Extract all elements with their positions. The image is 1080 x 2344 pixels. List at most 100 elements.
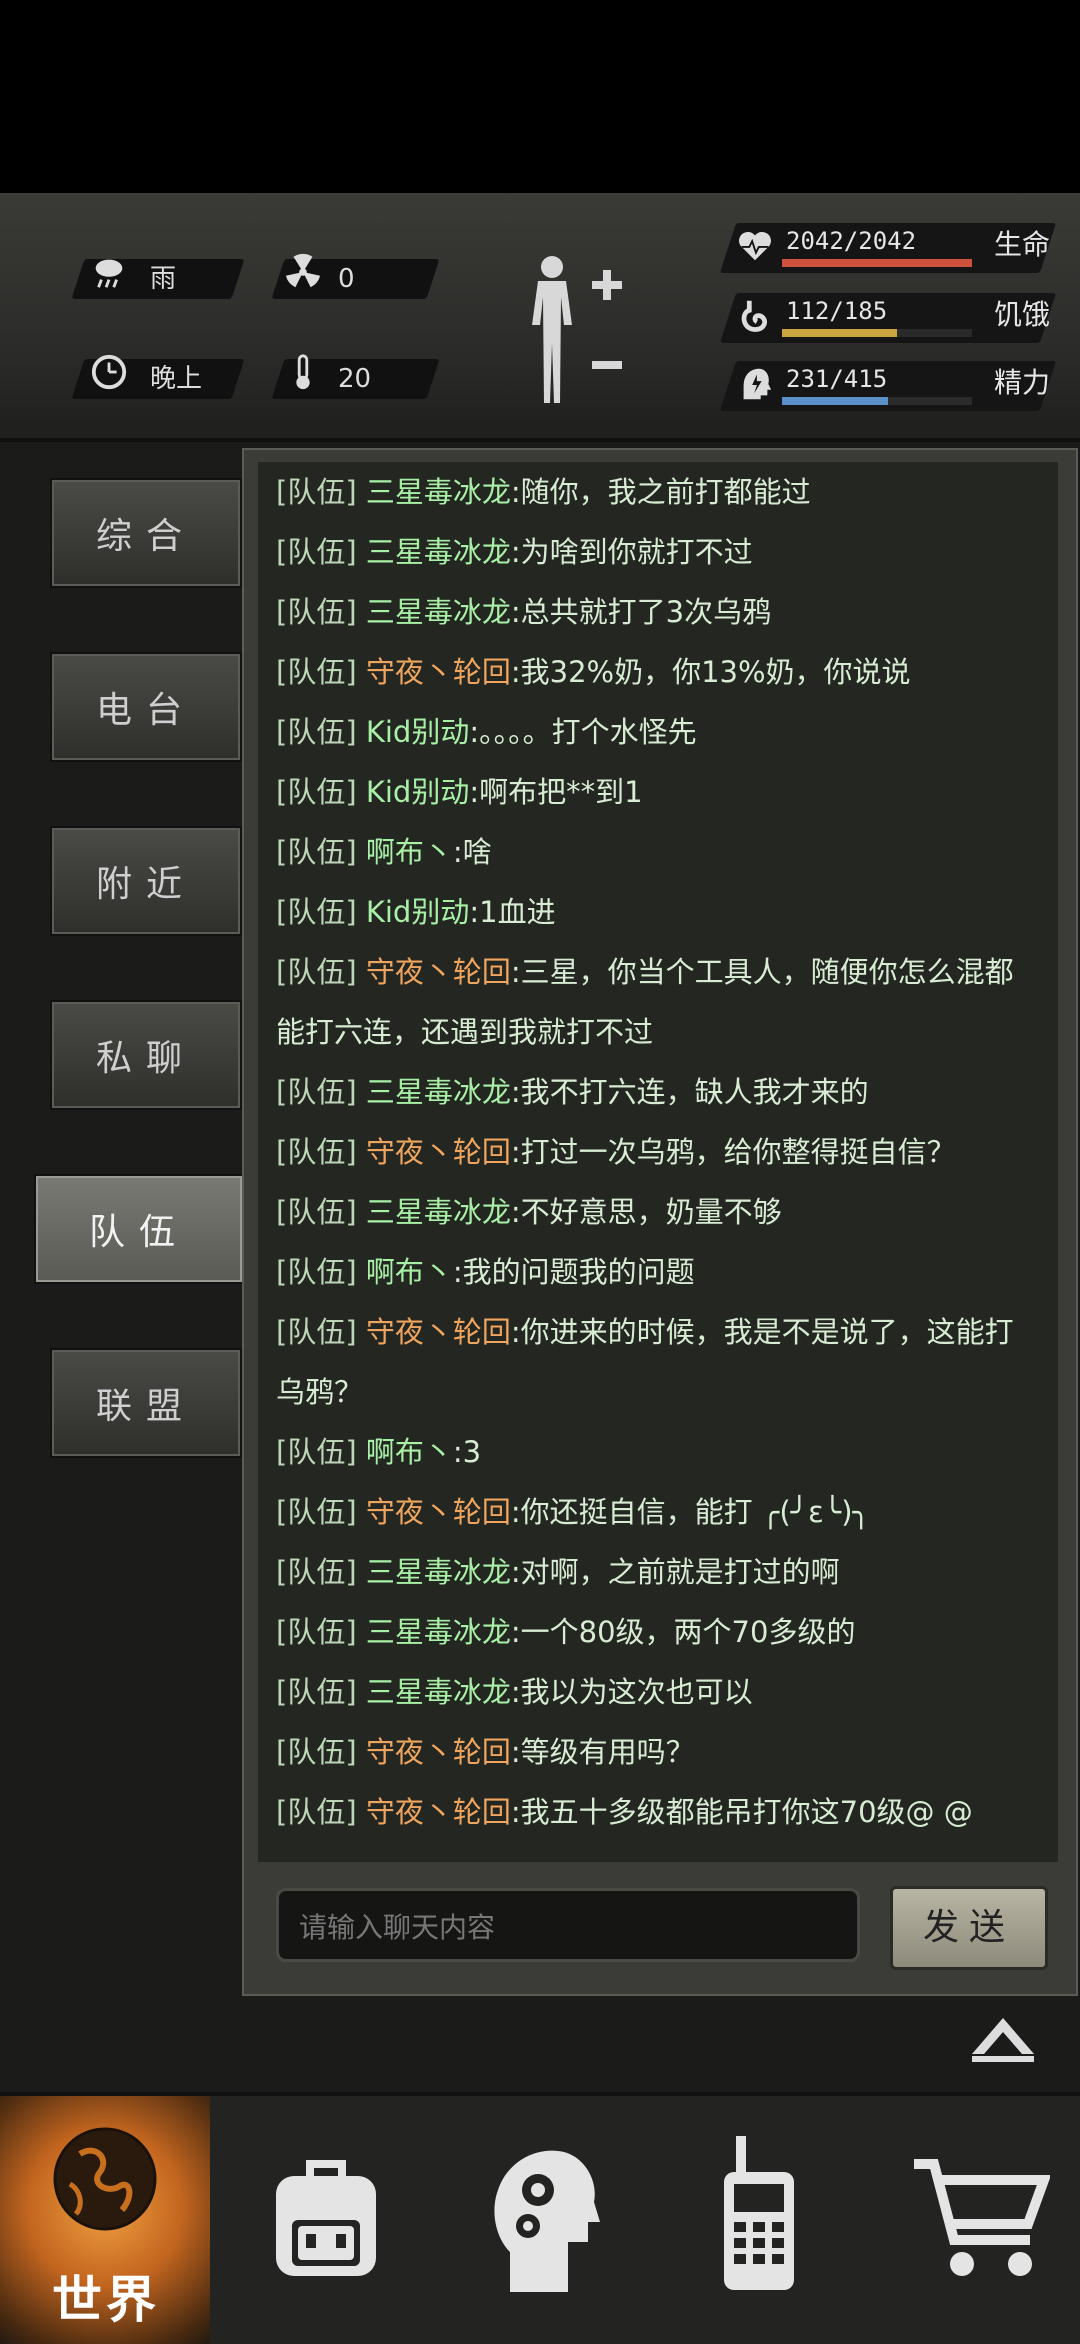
sender-name[interactable]: 守夜丶轮回	[366, 655, 511, 689]
sender-name[interactable]: 三星毒冰龙	[366, 1615, 511, 1649]
tab-team[interactable]: 队伍	[34, 1174, 244, 1284]
chat-message: [队伍] Kid别动:啊布把**到1	[258, 762, 1058, 822]
energy-bar-fill	[782, 397, 888, 405]
tab-nearby[interactable]: 附近	[50, 826, 242, 936]
message-text: :1血进	[469, 895, 556, 929]
thermometer-icon	[296, 354, 310, 390]
channel-tag: [队伍]	[276, 535, 357, 569]
message-text: :打过一次乌鸦，给你整得挺自信？	[510, 1135, 956, 1169]
sender-name[interactable]: 守夜丶轮回	[366, 1795, 511, 1829]
message-text: :不好意思，奶量不够	[510, 1195, 782, 1229]
sender-name[interactable]: 守夜丶轮回	[366, 1735, 511, 1769]
body-status-icon[interactable]	[520, 253, 630, 403]
tab-private[interactable]: 私聊	[50, 1000, 242, 1110]
nav-skills-button[interactable]	[470, 2096, 620, 2344]
energy-value: 231/415	[786, 365, 888, 393]
message-text: :我五十多级都能吊打你这70级@ @	[510, 1795, 973, 1829]
channel-tag: [队伍]	[276, 895, 357, 929]
chat-message: [队伍] 三星毒冰龙:对啊，之前就是打过的啊	[258, 1542, 1058, 1602]
channel-tag: [队伍]	[276, 835, 357, 869]
sender-name[interactable]: 啊布丶	[366, 835, 453, 869]
chat-message: [队伍] 啊布丶:3	[258, 1422, 1058, 1482]
head-gears-icon	[494, 2150, 600, 2292]
hunger-value: 112/185	[786, 297, 888, 325]
chat-message: [队伍] Kid别动:1血进	[258, 882, 1058, 942]
sender-name[interactable]: Kid别动	[366, 775, 469, 809]
sender-name[interactable]: 三星毒冰龙	[366, 1195, 511, 1229]
hunger-bar	[782, 329, 972, 337]
energy-head-icon	[743, 368, 772, 400]
message-text: :我以为这次也可以	[510, 1675, 753, 1709]
chat-message: [队伍] 三星毒冰龙:总共就打了3次乌鸦	[258, 582, 1058, 642]
message-text: :对啊，之前就是打过的啊	[510, 1555, 840, 1589]
channel-tag: [队伍]	[276, 1135, 357, 1169]
chat-message: [队伍] 三星毒冰龙:为啥到你就打不过	[258, 522, 1058, 582]
channel-tag: [队伍]	[276, 655, 357, 689]
sender-name[interactable]: 啊布丶	[366, 1435, 453, 1469]
sender-name[interactable]: 守夜丶轮回	[366, 955, 511, 989]
clock-icon	[91, 354, 127, 390]
message-text: :3	[452, 1435, 482, 1469]
nav-radio-button[interactable]	[700, 2096, 820, 2344]
chat-message: [队伍] 三星毒冰龙:一个80级，两个70多级的	[258, 1602, 1058, 1662]
channel-tag: [队伍]	[276, 1675, 357, 1709]
tab-alliance[interactable]: 联盟	[50, 1348, 242, 1458]
chat-message: [队伍] 守夜丶轮回:我32%奶，你13%奶，你说说	[258, 642, 1058, 702]
sender-name[interactable]: 三星毒冰龙	[366, 1075, 511, 1109]
sender-name[interactable]: Kid别动	[366, 715, 469, 749]
sender-name[interactable]: 三星毒冰龙	[366, 535, 511, 569]
send-button[interactable]: 发送	[890, 1886, 1048, 1970]
chat-message: [队伍] 守夜丶轮回:你还挺自信，能打 ╭(╯ε╰)╮	[258, 1482, 1058, 1542]
message-text: :随你，我之前打都能过	[510, 475, 811, 509]
channel-tag: [队伍]	[276, 715, 357, 749]
sender-name[interactable]: 三星毒冰龙	[366, 1675, 511, 1709]
status-hud: 雨 0 晚上 20 2042/2042 生命 112/185 饥饿 231/41…	[0, 193, 1080, 442]
collapse-chevron-icon[interactable]	[968, 2014, 1038, 2064]
chat-message: [队伍] 啊布丶:我的问题我的问题	[258, 1242, 1058, 1302]
sender-name[interactable]: 三星毒冰龙	[366, 595, 511, 629]
nav-world-label: 世界	[52, 2271, 160, 2329]
sender-name[interactable]: 守夜丶轮回	[366, 1135, 511, 1169]
radio-icon	[724, 2136, 794, 2290]
weather-text: 雨	[150, 264, 177, 294]
channel-tag: [队伍]	[276, 1255, 357, 1289]
channel-tag: [队伍]	[276, 475, 357, 509]
chat-message: [队伍] 三星毒冰龙:随你，我之前打都能过	[258, 462, 1058, 522]
chat-input[interactable]: 请输入聊天内容	[276, 1888, 860, 1962]
channel-tag: [队伍]	[276, 1195, 357, 1229]
chat-message: [队伍] 三星毒冰龙:我不打六连，缺人我才来的	[258, 1062, 1058, 1122]
tab-radio[interactable]: 电台	[50, 652, 242, 762]
energy-label: 精力	[994, 366, 1051, 399]
chat-message: [队伍] 啊布丶:啥	[258, 822, 1058, 882]
channel-tag: [队伍]	[276, 1075, 357, 1109]
channel-tag: [队伍]	[276, 1795, 357, 1829]
message-text: :一个80级，两个70多级的	[510, 1615, 856, 1649]
sender-name[interactable]: Kid别动	[366, 895, 469, 929]
sender-name[interactable]: 三星毒冰龙	[366, 1555, 511, 1589]
message-text: :你还挺自信，能打 ╭(╯ε╰)╮	[510, 1495, 871, 1529]
chat-message: [队伍] 守夜丶轮回:打过一次乌鸦，给你整得挺自信？	[258, 1122, 1058, 1182]
health-bar-fill	[782, 259, 972, 267]
hunger-bar-fill	[782, 329, 897, 337]
sender-name[interactable]: 守夜丶轮回	[366, 1315, 511, 1349]
health-label: 生命	[994, 228, 1051, 261]
message-text: :总共就打了3次乌鸦	[510, 595, 772, 629]
channel-tag: [队伍]	[276, 955, 357, 989]
nav-world-button[interactable]: 世界	[0, 2096, 210, 2344]
channel-tag: [队伍]	[276, 775, 357, 809]
health-bar	[782, 259, 972, 267]
channel-tag: [队伍]	[276, 1555, 357, 1589]
sender-name[interactable]: 啊布丶	[366, 1255, 453, 1289]
temperature-value: 20	[338, 364, 372, 394]
nav-shop-button[interactable]	[900, 2096, 1060, 2344]
channel-tag: [队伍]	[276, 1735, 357, 1769]
backpack-icon	[276, 2160, 376, 2276]
sender-name[interactable]: 守夜丶轮回	[366, 1495, 511, 1529]
sender-name[interactable]: 三星毒冰龙	[366, 475, 511, 509]
tab-general[interactable]: 综合	[50, 478, 242, 588]
chat-message-list[interactable]: [队伍] 三星毒冰龙:随你，我之前打都能过 [队伍] 三星毒冰龙:为啥到你就打不过…	[258, 462, 1058, 1862]
chat-message: [队伍] 三星毒冰龙:不好意思，奶量不够	[258, 1182, 1058, 1242]
nav-backpack-button[interactable]	[240, 2096, 410, 2344]
bottom-nav: 世界	[0, 2092, 1080, 2344]
channel-tag: [队伍]	[276, 1495, 357, 1529]
